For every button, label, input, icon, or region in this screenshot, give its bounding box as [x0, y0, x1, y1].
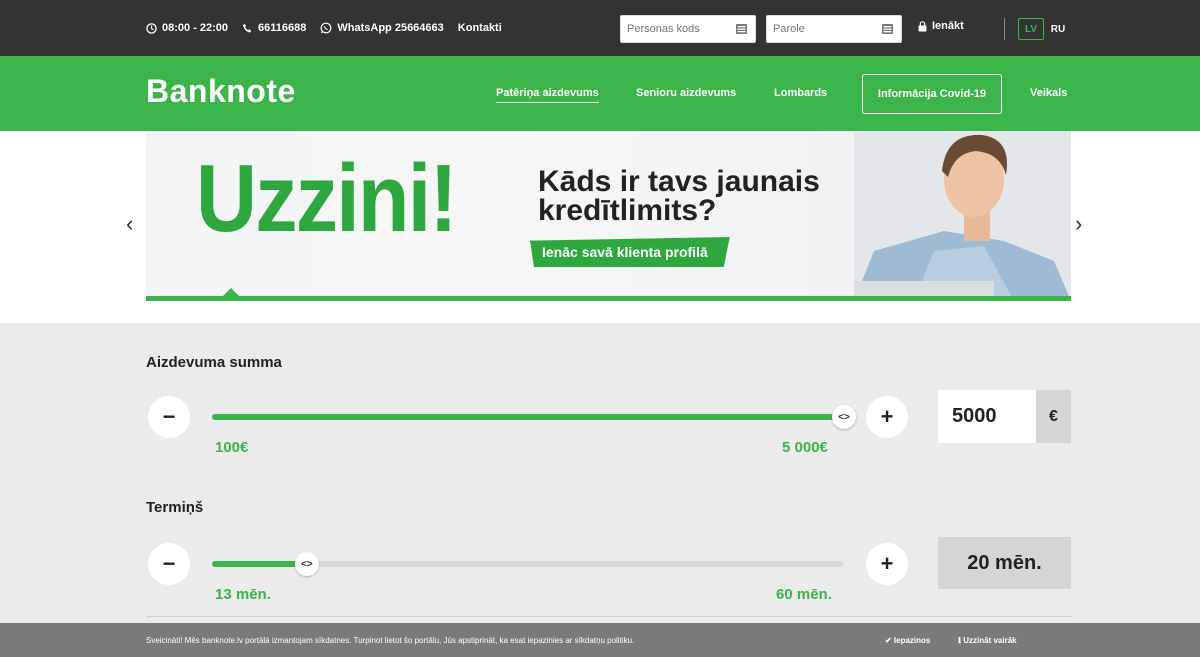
nav-consumer-loan[interactable]: Patēriņa aizdevums — [496, 87, 599, 103]
banner-indicator-notch — [222, 288, 240, 297]
term-slider-track[interactable]: <> — [212, 552, 844, 576]
promo-banner[interactable]: Uzzini! Kāds ir tavs jaunais kredītlimit… — [146, 131, 1071, 301]
amount-min-label: 100€ — [215, 439, 249, 456]
amount-label: Aizdevuma summa — [146, 354, 282, 371]
banner-prev-arrow[interactable]: ‹ — [126, 211, 133, 237]
nav-shop[interactable]: Veikals — [1030, 87, 1067, 99]
banner-headline-line1: Kāds ir tavs jaunais — [538, 165, 820, 198]
language-ru[interactable]: RU — [1046, 18, 1070, 40]
amount-slider-track[interactable]: <> — [212, 405, 856, 429]
nav-pawnshop[interactable]: Lombards — [774, 87, 827, 99]
working-hours-text: 08:00 - 22:00 — [162, 22, 229, 34]
contacts-label: Kontakti — [457, 22, 502, 34]
keyboard-icon[interactable] — [736, 24, 747, 34]
personal-code-field[interactable] — [620, 15, 756, 43]
term-slider-fill — [212, 561, 307, 567]
password-input[interactable] — [767, 16, 877, 42]
whatsapp-icon — [320, 22, 332, 34]
cookie-message: Sveicināti! Mēs banknote.lv portālā izma… — [146, 636, 635, 645]
term-minus-button[interactable]: − — [148, 543, 190, 585]
currency-label: € — [1036, 390, 1071, 443]
term-slider-handle[interactable]: <> — [294, 552, 319, 576]
banner-big-word: Uzzini! — [196, 145, 458, 252]
banner-next-arrow[interactable]: › — [1075, 211, 1082, 237]
banner-cta-button[interactable]: Ienāc savā klienta profilā — [530, 237, 730, 267]
contact-info: 08:00 - 22:00 66116688 WhatsApp 25664663… — [146, 0, 516, 56]
amount-slider-handle[interactable]: <> — [832, 405, 856, 429]
banner-area: ‹ Uzzini! Kāds ir tavs jaunais kredītlim… — [0, 131, 1200, 323]
calculator-divider — [146, 616, 1071, 617]
term-max-label: 60 mēn. — [776, 586, 832, 603]
clock-icon — [146, 22, 157, 34]
banknote-logo[interactable]: Banknote — [146, 73, 296, 110]
amount-minus-button[interactable]: − — [148, 396, 190, 438]
amount-plus-button[interactable]: + — [866, 396, 908, 438]
password-field[interactable] — [766, 15, 902, 43]
nav-senior-loan[interactable]: Senioru aizdevums — [636, 87, 736, 99]
login-button[interactable]: Ienākt — [918, 20, 964, 32]
amount-max-label: 5 000€ — [782, 439, 828, 456]
banner-bottom-line — [146, 296, 1071, 301]
whatsapp-link[interactable]: WhatsApp 25664663 — [320, 22, 444, 34]
term-plus-button[interactable]: + — [866, 543, 908, 585]
covid-info-button[interactable]: Informācija Covid-19 — [862, 74, 1002, 114]
main-nav: Banknote Patēriņa aizdevums Senioru aizd… — [0, 56, 1200, 131]
banner-person-image — [854, 131, 1071, 301]
amount-input[interactable] — [938, 390, 1036, 443]
language-lv[interactable]: LV — [1018, 18, 1044, 40]
phone-number: 66116688 — [258, 22, 307, 34]
whatsapp-number: WhatsApp 25664663 — [337, 22, 444, 34]
cookie-more-link[interactable]: ℹ Uzzināt vairāk — [958, 636, 1017, 645]
loan-calculator: Aizdevuma summa − <> 100€ 5 000€ + € Ter… — [0, 323, 1200, 623]
phone-icon — [242, 23, 252, 33]
top-bar: 08:00 - 22:00 66116688 WhatsApp 25664663… — [0, 0, 1200, 56]
phone-link[interactable]: 66116688 — [242, 22, 306, 34]
banner-headline: Kāds ir tavs jaunais kredītlimits? — [538, 165, 820, 228]
banner-headline-line2: kredītlimits? — [538, 194, 717, 228]
term-min-label: 13 mēn. — [215, 586, 271, 603]
amount-input-group: € — [938, 390, 1071, 443]
contacts-link[interactable]: Kontakti — [458, 22, 502, 34]
cookie-bar: Sveicināti! Mēs banknote.lv portālā izma… — [0, 623, 1200, 657]
lock-icon — [918, 20, 927, 31]
top-divider — [1004, 18, 1005, 40]
amount-slider-fill — [212, 414, 844, 420]
term-label: Termiņš — [146, 499, 204, 516]
keyboard-icon[interactable] — [882, 24, 893, 34]
cookie-accept-button[interactable]: ✔ Iepazinos — [885, 636, 930, 645]
login-label: Ienākt — [932, 20, 964, 32]
personal-code-input[interactable] — [621, 16, 731, 42]
term-value: 20 mēn. — [938, 537, 1071, 589]
working-hours: 08:00 - 22:00 — [146, 22, 228, 34]
